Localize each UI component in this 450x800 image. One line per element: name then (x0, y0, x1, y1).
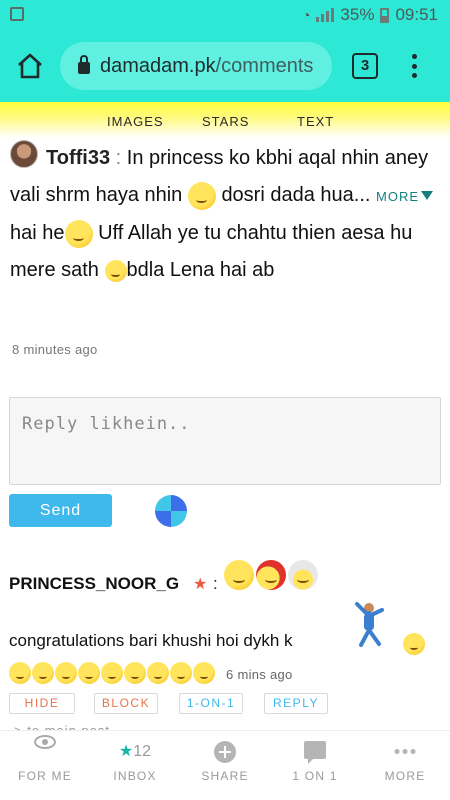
nav-more[interactable]: MORE (360, 731, 450, 800)
laughing-emoji-icon (403, 633, 425, 655)
laughing-emoji-icon (9, 662, 31, 684)
bottom-nav: FOR ME ★12 INBOX SHARE 1 ON 1 MORE (0, 730, 450, 800)
star-icon: ★ (118, 743, 134, 760)
shushing-face-emoji-icon (224, 560, 254, 590)
battery-percent: 35% (340, 5, 375, 24)
loading-spinner-icon (155, 495, 187, 527)
reply-input[interactable]: Reply likhein.. (9, 397, 441, 485)
laughing-emoji-icon (193, 662, 215, 684)
comment2-username[interactable]: PRINCESS_NOOR_G (9, 574, 179, 594)
laughing-emoji-icon (32, 662, 54, 684)
comment-timestamp: 8 minutes ago (12, 342, 98, 357)
nav-stars[interactable]: STARS (202, 114, 249, 129)
eye-icon (34, 735, 56, 749)
clock: 09:51 (395, 5, 438, 24)
status-indicators: ◔ 35% 09:51 (302, 5, 438, 25)
comment-part2: dosri dada hua... (221, 184, 371, 206)
laughing-emoji-icon (124, 662, 146, 684)
battery-icon (380, 7, 390, 23)
nav-images[interactable]: IMAGES (107, 114, 164, 129)
inbox-count: ★12 (119, 741, 151, 761)
url-host: damadam.pk (100, 54, 216, 77)
comment-body: Toffi33 : In princess ko kbhi aqal nhin … (10, 140, 440, 289)
shushing-face-emoji-icon (64, 219, 93, 248)
nav-for-me[interactable]: FOR ME (0, 731, 90, 800)
username-separator: : (213, 574, 218, 593)
nav-text[interactable]: TEXT (297, 114, 334, 129)
hide-button[interactable]: HIDE (9, 693, 75, 714)
tab-switcher-button[interactable]: 3 (352, 53, 378, 79)
comment-username[interactable]: Toffi33 (46, 147, 110, 169)
site-nav: IMAGES STARS TEXT (0, 102, 450, 138)
more-link[interactable]: MORE (376, 189, 419, 204)
laughing-emoji-icon (147, 662, 169, 684)
nav-share[interactable]: SHARE (180, 731, 270, 800)
nav-inbox-label: INBOX (113, 769, 157, 783)
dancing-person-emoji-icon (355, 602, 384, 647)
comment2-timestamp: 6 mins ago (226, 667, 293, 682)
nav-for-me-label: FOR ME (18, 769, 72, 783)
wifi-icon: ◔ (301, 7, 311, 23)
comment2-body: congratulations bari khushi hoi dykh k (9, 631, 293, 650)
plus-circle-icon (214, 741, 236, 763)
nav-one-on-one-label: 1 ON 1 (292, 769, 338, 783)
overflow-menu-icon[interactable] (406, 52, 422, 80)
reply-button[interactable]: REPLY (264, 693, 328, 714)
comment-part3: hai he (10, 222, 65, 244)
nav-one-on-one[interactable]: 1 ON 1 (270, 731, 360, 800)
gallery-notification-icon (10, 7, 24, 21)
star-icon: ★ (193, 576, 208, 593)
avatar[interactable] (10, 140, 38, 168)
laughing-emojis-row (9, 662, 215, 684)
block-button[interactable]: BLOCK (94, 693, 158, 714)
chat-icon (304, 741, 326, 764)
nav-share-label: SHARE (201, 769, 249, 783)
lock-icon (78, 55, 90, 74)
status-bar: ◔ 35% 09:51 (0, 0, 450, 30)
cowboy-face-emoji-icon (256, 560, 286, 590)
smirking-face-emoji-icon (104, 259, 127, 282)
shushing-face-emoji-icon (187, 181, 216, 210)
username-separator: : (115, 147, 122, 169)
expand-arrow-icon[interactable] (421, 191, 433, 201)
nav-more-label: MORE (384, 769, 426, 783)
comment-part5: bdla Lena hai ab (126, 259, 275, 281)
laughing-emoji-icon (101, 662, 123, 684)
nav-inbox[interactable]: ★12 INBOX (90, 731, 180, 800)
signal-icon (316, 8, 335, 22)
one-on-one-button[interactable]: 1-ON-1 (179, 693, 243, 714)
send-button[interactable]: Send (9, 494, 112, 527)
user-badge-emojis (224, 560, 318, 590)
address-bar[interactable]: damadam.pk/comments (60, 42, 332, 90)
browser-toolbar: damadam.pk/comments 3 (0, 30, 450, 102)
laughing-emoji-icon (78, 662, 100, 684)
laughing-emoji-icon (55, 662, 77, 684)
comment-toffi33: Toffi33 : In princess ko kbhi aqal nhin … (10, 140, 440, 289)
laughing-emoji-icon (170, 662, 192, 684)
turban-face-emoji-icon (288, 560, 318, 590)
more-dots-icon (394, 749, 416, 754)
inbox-count-value: 12 (133, 743, 152, 760)
url-path: /comments (215, 54, 314, 77)
home-icon[interactable] (16, 52, 44, 80)
